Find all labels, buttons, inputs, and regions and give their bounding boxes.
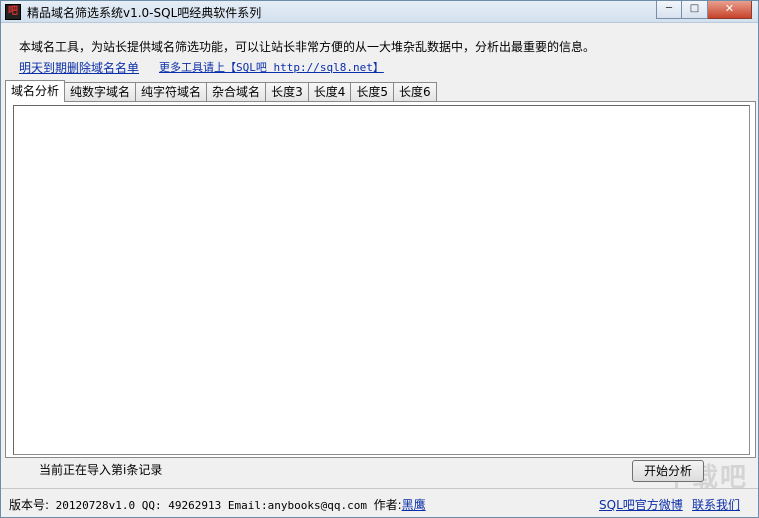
- tab-numeric-domains[interactable]: 纯数字域名: [64, 82, 137, 102]
- delete-list-link[interactable]: 明天到期删除域名名单: [19, 59, 139, 76]
- start-analysis-button[interactable]: 开始分析: [632, 460, 704, 482]
- version-value: 20120728v1.0: [49, 499, 142, 512]
- tab-length-4[interactable]: 长度4: [307, 82, 352, 102]
- tab-length-3[interactable]: 长度3: [265, 82, 309, 102]
- close-button[interactable]: ✕: [708, 1, 752, 19]
- author-label: 作者:: [373, 498, 402, 512]
- import-status-text: 当前正在导入第i条记录: [39, 463, 163, 477]
- tab-length-6[interactable]: 长度6: [392, 82, 437, 102]
- footer-info: 版本号: 20120728v1.0 QQ: 49262913 Email:any…: [9, 496, 426, 513]
- maximize-button[interactable]: □: [682, 1, 708, 19]
- email-value: anybooks@qq.com: [267, 499, 374, 512]
- app-icon[interactable]: 吧: [5, 4, 21, 20]
- qq-value: 49262913: [161, 499, 228, 512]
- window-title: 精品域名筛选系统v1.0-SQL吧经典软件系列: [27, 6, 262, 20]
- tab-panel: [5, 101, 756, 458]
- footer-divider: [1, 488, 758, 489]
- qq-label: QQ:: [141, 499, 162, 512]
- tab-strip: 域名分析 纯数字域名 纯字符域名 杂合域名 长度3 长度4 长度5 长度6: [5, 80, 437, 102]
- intro-description: 本域名工具，为站长提供域名筛选功能，可以让站长非常方便的从一大堆杂乱数据中，分析…: [19, 40, 596, 54]
- domain-input-textarea[interactable]: [13, 105, 750, 455]
- title-bar[interactable]: 吧 精品域名筛选系统v1.0-SQL吧经典软件系列 ─ □ ✕: [1, 1, 758, 23]
- tab-length-5[interactable]: 长度5: [350, 82, 394, 102]
- minimize-button[interactable]: ─: [656, 1, 682, 19]
- window-controls: ─ □ ✕: [656, 1, 752, 19]
- app-window: 吧 精品域名筛选系统v1.0-SQL吧经典软件系列 ─ □ ✕ 本域名工具，为站…: [0, 0, 759, 518]
- official-weibo-link[interactable]: SQL吧官方微博: [599, 496, 683, 513]
- tab-domain-analysis[interactable]: 域名分析: [5, 80, 66, 102]
- tab-alpha-domains[interactable]: 纯字符域名: [135, 82, 208, 102]
- more-tools-link[interactable]: 更多工具请上【SQL吧 http://sql8.net】: [159, 59, 384, 75]
- tab-mixed-domains[interactable]: 杂合域名: [206, 82, 267, 102]
- email-label: Email:: [227, 499, 268, 512]
- contact-us-link[interactable]: 联系我们: [692, 496, 740, 513]
- author-link[interactable]: 黑鹰: [402, 498, 426, 512]
- version-label: 版本号:: [9, 498, 50, 512]
